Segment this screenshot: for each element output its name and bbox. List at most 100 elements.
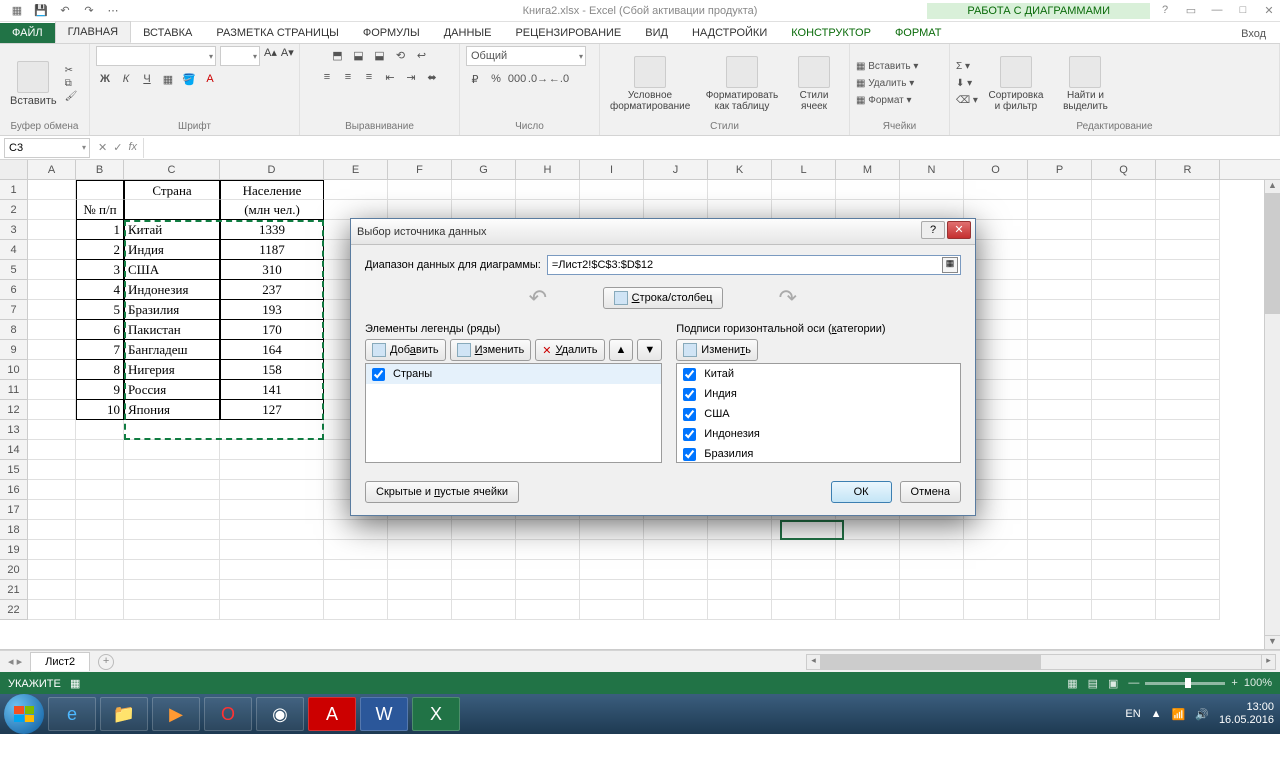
cell[interactable] <box>580 520 644 540</box>
cell[interactable] <box>1092 520 1156 540</box>
cell[interactable] <box>1092 260 1156 280</box>
sort-filter-button[interactable]: Сортировка и фильтр <box>982 54 1050 114</box>
cell[interactable] <box>28 280 76 300</box>
tab-review[interactable]: РЕЦЕНЗИРОВАНИЕ <box>503 23 633 43</box>
cell[interactable] <box>516 560 580 580</box>
cell[interactable] <box>28 340 76 360</box>
cell[interactable] <box>1156 340 1220 360</box>
orientation-icon[interactable]: ⟲ <box>392 46 410 64</box>
tab-insert[interactable]: ВСТАВКА <box>131 23 204 43</box>
cell[interactable] <box>644 580 708 600</box>
cell[interactable]: 1339 <box>220 220 324 240</box>
cell[interactable] <box>124 440 220 460</box>
cell[interactable] <box>1156 220 1220 240</box>
dialog-titlebar[interactable]: Выбор источника данных ?✕ <box>351 219 975 245</box>
underline-button[interactable]: Ч <box>138 70 156 88</box>
cell[interactable]: Индонезия <box>124 280 220 300</box>
cell[interactable] <box>28 580 76 600</box>
cancel-formula-icon[interactable]: ✕ <box>98 141 107 154</box>
align-center-icon[interactable]: ≡ <box>339 68 357 86</box>
cell[interactable] <box>28 460 76 480</box>
sheet-nav[interactable]: ◂ ▸ <box>0 655 30 668</box>
cell[interactable] <box>1028 300 1092 320</box>
cell[interactable] <box>1156 560 1220 580</box>
new-sheet-button[interactable]: + <box>98 654 114 670</box>
cell[interactable] <box>28 600 76 620</box>
cell[interactable] <box>1028 200 1092 220</box>
align-top-icon[interactable]: ⬒ <box>329 46 347 64</box>
cell[interactable] <box>388 540 452 560</box>
cell[interactable] <box>580 180 644 200</box>
align-right-icon[interactable]: ≡ <box>360 68 378 86</box>
cell[interactable] <box>76 580 124 600</box>
format-painter-icon[interactable]: 🖌 <box>65 91 78 102</box>
cell[interactable] <box>1028 520 1092 540</box>
dialog-close-icon[interactable]: ✕ <box>947 221 971 239</box>
cell[interactable] <box>1092 300 1156 320</box>
cell[interactable]: 170 <box>220 320 324 340</box>
cell[interactable] <box>1028 420 1092 440</box>
tab-formulas[interactable]: ФОРМУЛЫ <box>351 23 432 43</box>
row-header[interactable]: 18 <box>0 520 28 540</box>
cell[interactable] <box>1156 360 1220 380</box>
cell[interactable] <box>836 560 900 580</box>
cell[interactable] <box>1028 180 1092 200</box>
row-header[interactable]: 16 <box>0 480 28 500</box>
tray-lang[interactable]: EN <box>1125 708 1140 720</box>
taskbar-word[interactable]: W <box>360 697 408 731</box>
row-header[interactable]: 12 <box>0 400 28 420</box>
cell[interactable]: 6 <box>76 320 124 340</box>
help-icon[interactable]: ? <box>1158 4 1172 17</box>
cell[interactable] <box>324 540 388 560</box>
cell[interactable] <box>76 520 124 540</box>
cell[interactable] <box>220 500 324 520</box>
cell[interactable] <box>1092 580 1156 600</box>
row-header[interactable]: 10 <box>0 360 28 380</box>
cell[interactable]: № п/п <box>76 200 124 220</box>
inc-decimal-icon[interactable]: .0→ <box>529 70 547 88</box>
col-R[interactable]: R <box>1156 160 1220 179</box>
cell[interactable] <box>772 540 836 560</box>
percent-icon[interactable]: % <box>487 70 505 88</box>
cell[interactable] <box>124 600 220 620</box>
cell[interactable] <box>644 600 708 620</box>
cell[interactable] <box>76 560 124 580</box>
edit-axis-button[interactable]: Изменить <box>676 339 758 361</box>
undo-icon[interactable]: ↶ <box>58 4 72 18</box>
maximize-icon[interactable]: □ <box>1236 4 1250 17</box>
cell[interactable] <box>1028 600 1092 620</box>
cell[interactable] <box>516 180 580 200</box>
insert-cells-button[interactable]: ▦ Вставить ▾ <box>856 61 918 72</box>
view-normal-icon[interactable]: ▦ <box>1067 677 1077 690</box>
cell[interactable] <box>452 540 516 560</box>
cell[interactable] <box>28 300 76 320</box>
row-header[interactable]: 7 <box>0 300 28 320</box>
clear-icon[interactable]: ⌫ ▾ <box>956 95 978 106</box>
cell[interactable] <box>28 260 76 280</box>
cell[interactable] <box>220 560 324 580</box>
cell[interactable]: 310 <box>220 260 324 280</box>
cell[interactable] <box>516 540 580 560</box>
cell[interactable] <box>900 580 964 600</box>
cell[interactable] <box>1156 440 1220 460</box>
cell[interactable] <box>644 200 708 220</box>
tab-data[interactable]: ДАННЫЕ <box>432 23 504 43</box>
move-up-button[interactable]: ▲ <box>609 339 634 361</box>
ok-button[interactable]: ОК <box>831 481 892 503</box>
cell[interactable] <box>1156 480 1220 500</box>
cell[interactable] <box>1028 560 1092 580</box>
cell[interactable] <box>516 580 580 600</box>
delete-cells-button[interactable]: ▦ Удалить ▾ <box>856 78 918 89</box>
cell[interactable] <box>76 460 124 480</box>
cell[interactable]: Население <box>220 180 324 200</box>
cell[interactable] <box>76 600 124 620</box>
tab-chart-format[interactable]: ФОРМАТ <box>883 23 954 43</box>
cut-icon[interactable]: ✂ <box>65 65 78 76</box>
cell[interactable] <box>1156 580 1220 600</box>
cell[interactable] <box>324 520 388 540</box>
cell[interactable]: 8 <box>76 360 124 380</box>
cell[interactable] <box>388 580 452 600</box>
fill-icon[interactable]: ⬇ ▾ <box>956 78 978 89</box>
cell[interactable] <box>1156 520 1220 540</box>
row-header[interactable]: 4 <box>0 240 28 260</box>
